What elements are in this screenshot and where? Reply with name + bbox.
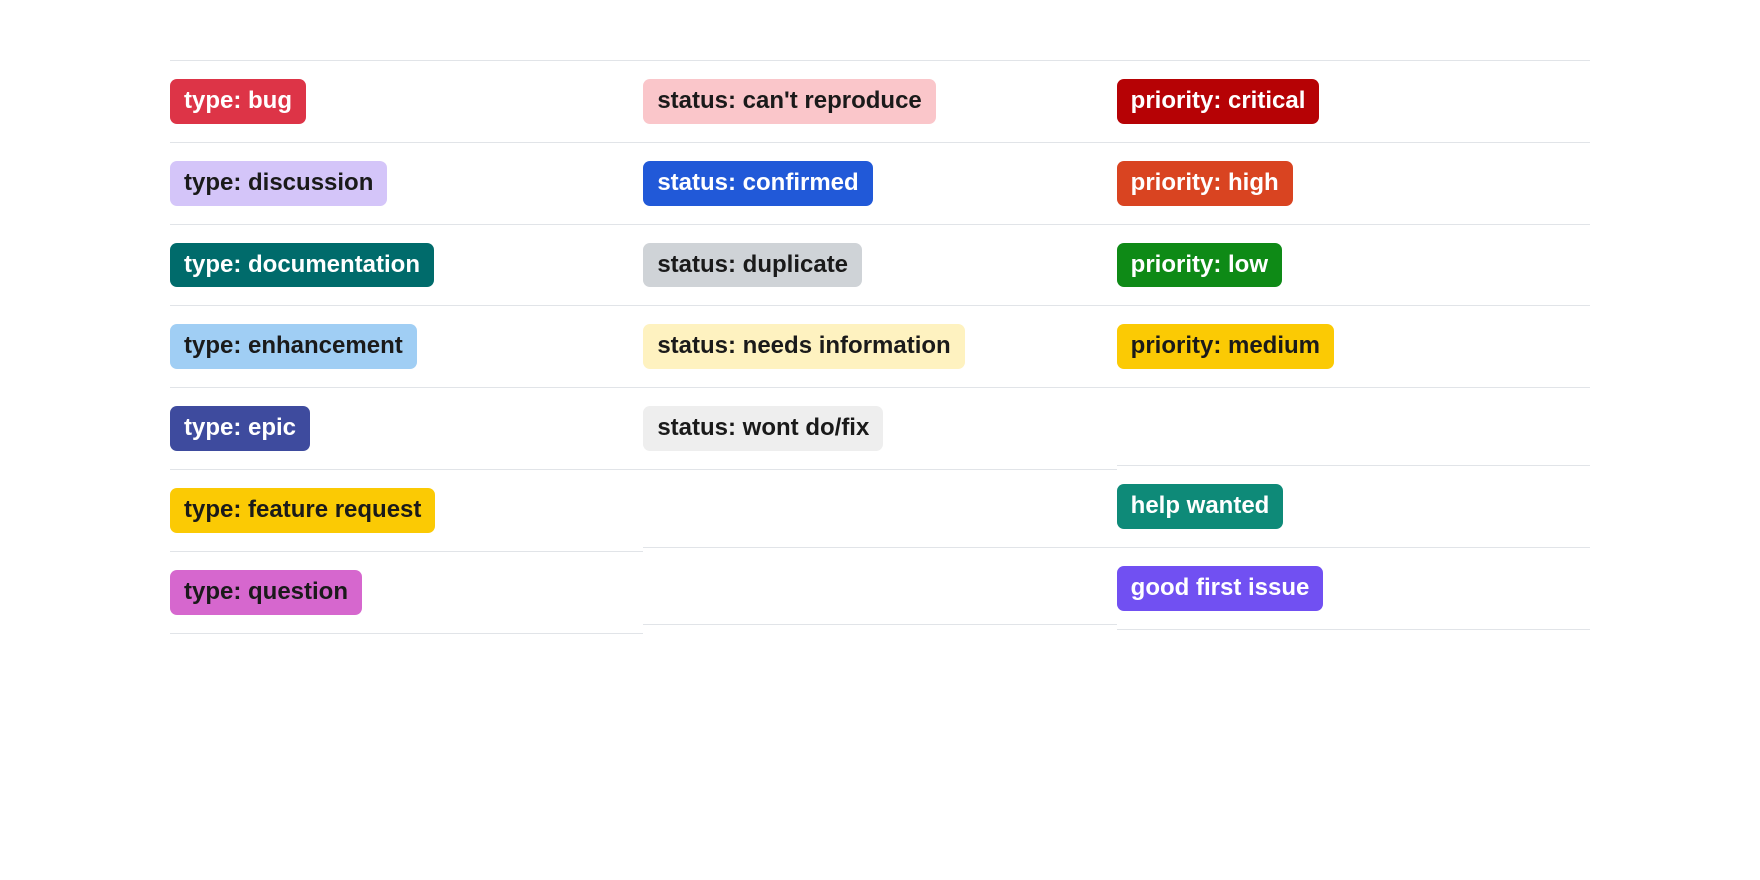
label-type-question[interactable]: type: question [170, 570, 362, 615]
label-row: good first issue [1117, 547, 1590, 630]
label-row: status: can't reproduce [643, 60, 1116, 142]
label-row: type: bug [170, 60, 643, 142]
label-row: type: question [170, 551, 643, 634]
label-good-first-issue[interactable]: good first issue [1117, 566, 1324, 611]
label-type-feature-request[interactable]: type: feature request [170, 488, 435, 533]
label-grid: type: bug type: discussion type: documenta… [170, 60, 1590, 634]
label-help-wanted[interactable]: help wanted [1117, 484, 1284, 529]
label-row: type: documentation [170, 224, 643, 306]
label-row: status: needs information [643, 305, 1116, 387]
label-status-duplicate[interactable]: status: duplicate [643, 243, 862, 288]
label-row: status: wont do/fix [643, 387, 1116, 469]
label-status-wont-do-fix[interactable]: status: wont do/fix [643, 406, 883, 451]
label-priority-high[interactable]: priority: high [1117, 161, 1293, 206]
label-row: status: confirmed [643, 142, 1116, 224]
label-row: type: discussion [170, 142, 643, 224]
label-row: status: duplicate [643, 224, 1116, 306]
label-row: type: enhancement [170, 305, 643, 387]
label-row: type: feature request [170, 469, 643, 551]
label-row [1117, 387, 1590, 465]
label-row: priority: high [1117, 142, 1590, 224]
label-status-cant-reproduce[interactable]: status: can't reproduce [643, 79, 935, 124]
label-row: help wanted [1117, 465, 1590, 547]
label-type-epic[interactable]: type: epic [170, 406, 310, 451]
label-status-needs-information[interactable]: status: needs information [643, 324, 964, 369]
label-row: priority: critical [1117, 60, 1590, 142]
label-priority-medium[interactable]: priority: medium [1117, 324, 1334, 369]
label-priority-low[interactable]: priority: low [1117, 243, 1282, 288]
label-row: type: epic [170, 387, 643, 469]
priority-column: priority: critical priority: high priority… [1117, 60, 1590, 634]
label-type-bug[interactable]: type: bug [170, 79, 306, 124]
label-type-discussion[interactable]: type: discussion [170, 161, 387, 206]
label-type-documentation[interactable]: type: documentation [170, 243, 434, 288]
status-column: status: can't reproduce status: confirmed… [643, 60, 1116, 634]
label-row [643, 547, 1116, 625]
label-status-confirmed[interactable]: status: confirmed [643, 161, 872, 206]
label-priority-critical[interactable]: priority: critical [1117, 79, 1320, 124]
label-row: priority: medium [1117, 305, 1590, 387]
label-row [643, 469, 1116, 547]
label-row: priority: low [1117, 224, 1590, 306]
type-column: type: bug type: discussion type: documenta… [170, 60, 643, 634]
label-type-enhancement[interactable]: type: enhancement [170, 324, 417, 369]
